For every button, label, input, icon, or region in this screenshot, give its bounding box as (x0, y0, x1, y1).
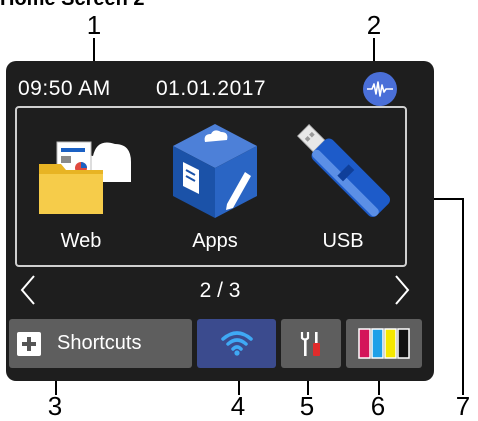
status-date: 01.01.2017 (156, 77, 267, 100)
status-time: 09:50 AM (18, 77, 111, 100)
callout-1: 1 (86, 10, 102, 40)
app-apps[interactable]: Apps (155, 108, 275, 265)
chevron-left-icon[interactable] (20, 274, 36, 306)
plus-icon (17, 332, 41, 356)
wifi-signal-icon[interactable] (363, 72, 397, 106)
shortcuts-label: Shortcuts (57, 332, 142, 354)
callout-6: 6 (370, 391, 386, 421)
app-usb[interactable]: USB (283, 108, 403, 265)
shortcuts-button[interactable]: Shortcuts (9, 319, 192, 368)
app-web[interactable]: Web (21, 108, 141, 265)
usb-drive-icon (297, 124, 391, 218)
ink-status-button[interactable] (346, 319, 422, 368)
touchscreen: 09:50 AM 01.01.2017 Web Apps USB 2 / 3 S… (6, 61, 434, 381)
wifi-button[interactable] (197, 319, 276, 368)
settings-button[interactable] (281, 319, 341, 368)
page-title: Home Screen 2 (0, 0, 145, 11)
app-icons-panel: Web Apps USB (15, 106, 407, 267)
callout-3: 3 (47, 391, 63, 421)
app-web-label: Web (60, 230, 102, 252)
wifi-icon (221, 331, 253, 356)
settings-tools-icon (300, 332, 320, 356)
page-indicator: 2 / 3 (199, 279, 241, 302)
callout-7: 7 (455, 391, 471, 421)
ink-cartridges-icon (358, 328, 410, 359)
callout-2: 2 (366, 10, 382, 40)
app-apps-label: Apps (192, 230, 238, 252)
callout-4: 4 (230, 391, 246, 421)
apps-cube-icon (173, 124, 257, 218)
app-usb-label: USB (322, 230, 364, 252)
web-folder-cloud-icon (39, 141, 131, 214)
chevron-right-icon[interactable] (394, 274, 410, 306)
callout-line-7-vertical (462, 198, 464, 395)
callout-5: 5 (299, 391, 315, 421)
